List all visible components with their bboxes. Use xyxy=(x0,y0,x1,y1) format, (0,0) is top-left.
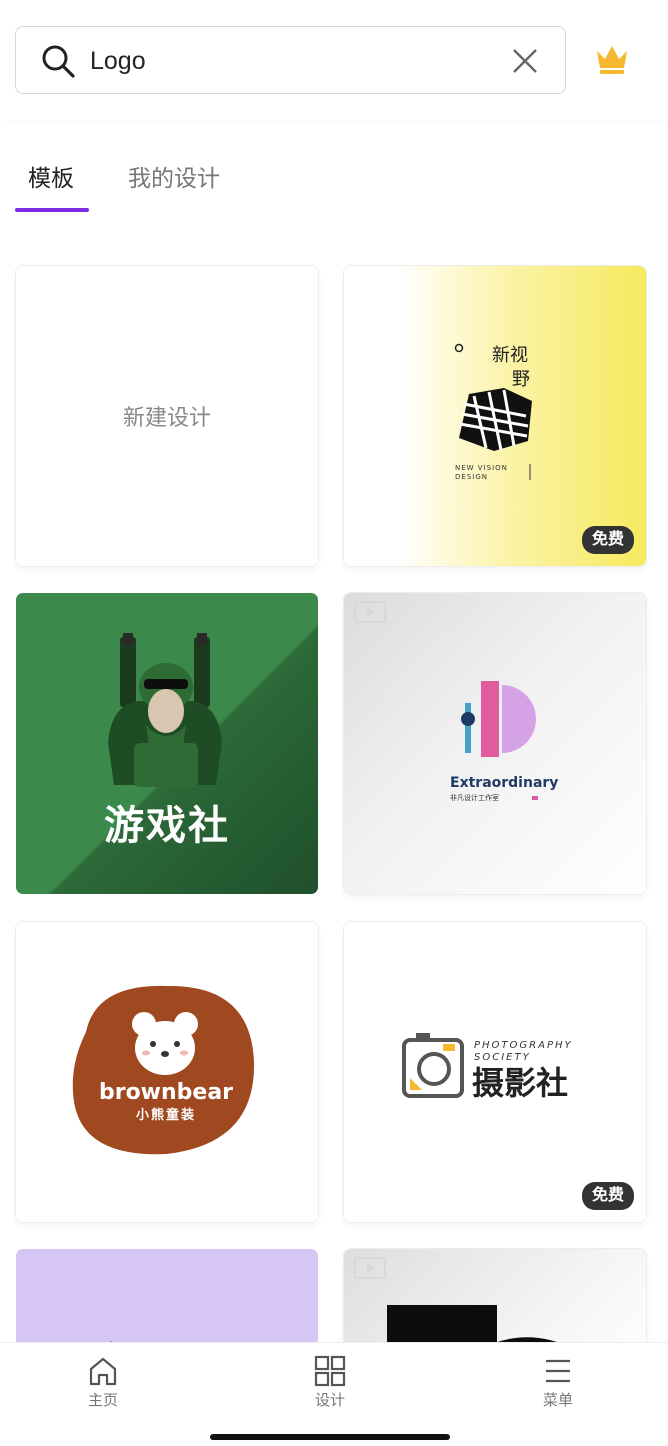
brownbear-subtitle: 小熊童装 xyxy=(136,1107,196,1123)
extraordinary-subtitle: 非凡设计工作室 xyxy=(450,793,499,802)
template-card-game-club[interactable]: 游戏社 xyxy=(16,593,318,894)
nav-home-label: 主页 xyxy=(87,1392,118,1409)
active-tab-indicator xyxy=(15,208,89,212)
new-vision-title-2: 野 xyxy=(512,369,530,390)
crown-icon[interactable] xyxy=(594,42,630,76)
tab-bar: 模板 我的设计 xyxy=(0,150,668,214)
extraordinary-title: Extraordinary xyxy=(450,775,558,791)
menu-icon xyxy=(546,1359,570,1383)
new-vision-subtitle-1: NEW VISION xyxy=(455,464,508,472)
new-design-card[interactable]: 新建设计 xyxy=(16,266,318,566)
nav-designs[interactable]: 设计 xyxy=(290,1355,370,1410)
free-badge: 免费 xyxy=(581,526,634,554)
clear-icon[interactable] xyxy=(511,47,539,75)
nav-menu-label: 菜单 xyxy=(542,1392,573,1409)
nav-designs-label: 设计 xyxy=(314,1392,345,1409)
game-club-title: 游戏社 xyxy=(104,804,230,848)
new-vision-subtitle-2: DESIGN xyxy=(455,473,488,481)
new-vision-title-1: 新视 xyxy=(492,345,528,366)
zebra-cube-graphic xyxy=(459,388,532,451)
photography-title-en-1: PHOTOGRAPHY xyxy=(474,1040,573,1051)
new-vision-logo: 新视 野 NEW VISION DESIGN xyxy=(454,343,532,481)
brownbear-title: brownbear xyxy=(99,1080,233,1105)
bottom-nav: 主页 设计 菜单 xyxy=(0,1343,668,1446)
nav-menu[interactable]: 菜单 xyxy=(518,1355,598,1410)
search-icon xyxy=(42,45,75,78)
home-indicator xyxy=(210,1434,450,1440)
nav-home[interactable]: 主页 xyxy=(63,1355,143,1410)
extraordinary-logo: Extraordinary 非凡设计工作室 xyxy=(450,681,558,802)
search-input[interactable]: Logo xyxy=(90,44,146,78)
template-card-new-vision[interactable]: 新视 野 NEW VISION DESIGN 免费 xyxy=(344,266,646,566)
new-design-label: 新建设计 xyxy=(122,405,211,430)
tab-my-designs[interactable]: 我的设计 xyxy=(128,162,220,194)
designs-grid-icon xyxy=(314,1355,346,1387)
brownbear-logo: brownbear 小熊童装 xyxy=(72,985,255,1155)
photography-logo: PHOTOGRAPHY SOCIETY 摄影社 xyxy=(402,1033,573,1102)
tab-templates[interactable]: 模板 xyxy=(28,162,74,194)
search-header: Logo xyxy=(0,0,668,120)
photography-title-cn: 摄影社 xyxy=(472,1064,568,1102)
template-card-brownbear[interactable]: brownbear 小熊童装 xyxy=(16,922,318,1222)
template-card-extraordinary[interactable]: Extraordinary 非凡设计工作室 xyxy=(344,593,646,894)
home-icon xyxy=(89,1357,117,1386)
photography-title-en-2: SOCIETY xyxy=(474,1052,531,1063)
template-card-photography[interactable]: PHOTOGRAPHY SOCIETY 摄影社 免费 xyxy=(344,922,646,1222)
search-bar[interactable]: Logo xyxy=(15,26,566,94)
free-badge: 免费 xyxy=(581,1182,634,1210)
